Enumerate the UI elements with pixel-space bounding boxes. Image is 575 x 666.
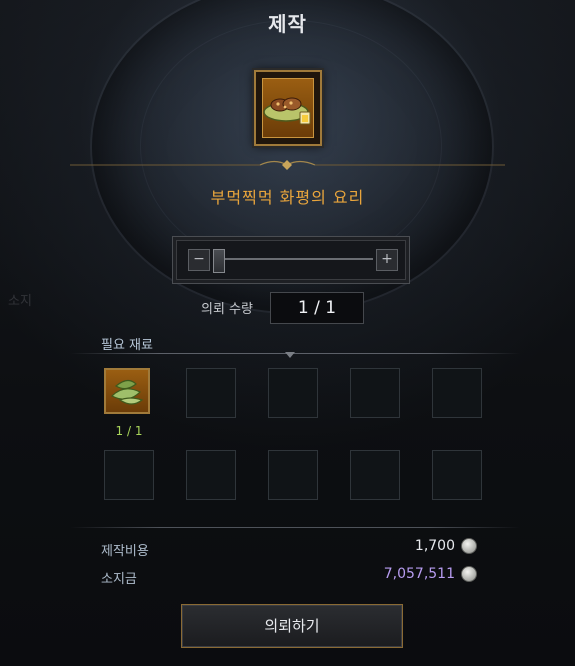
material-slot-empty: [186, 450, 236, 500]
material-slot-empty: [268, 450, 318, 500]
materials-title: 필요 재료: [101, 338, 153, 353]
material-slot-empty: [432, 368, 482, 418]
materials-divider: [70, 353, 520, 354]
item-name: 부먹찍먹 화평의 요리: [210, 188, 365, 207]
window-title: 제작: [268, 12, 307, 36]
quantity-input[interactable]: 1 / 1: [270, 292, 364, 324]
material-slot-empty: [350, 450, 400, 500]
material-count: 1 / 1: [115, 424, 143, 438]
quantity-label: 의뢰 수량: [201, 302, 253, 317]
silver-coin-icon: [461, 566, 477, 582]
material-slot-empty: [104, 450, 154, 500]
cost-divider: [70, 527, 520, 528]
craft-cost-value: 1,700: [414, 538, 455, 554]
slider-thumb[interactable]: [213, 249, 225, 273]
material-slot-empty: [268, 368, 318, 418]
material-slot-empty: [432, 450, 482, 500]
material-slot-filled[interactable]: [104, 368, 150, 414]
emblem-ring-inner: [140, 20, 442, 272]
result-item-slot[interactable]: [254, 70, 322, 146]
material-slot-empty: [186, 368, 236, 418]
materials-caret-icon: [285, 352, 295, 358]
title-divider: [70, 160, 505, 170]
material-slot-empty: [350, 368, 400, 418]
herb-leaves-icon: [110, 379, 144, 405]
quantity-slider[interactable]: − +: [172, 236, 410, 284]
owned-money-label: 소지금: [101, 572, 137, 587]
slider-track[interactable]: [213, 258, 373, 260]
request-button[interactable]: 의뢰하기: [181, 604, 403, 648]
craft-cost-label: 제작비용: [101, 544, 149, 559]
food-dish-icon: [263, 97, 311, 125]
decrease-button[interactable]: −: [188, 249, 210, 271]
increase-button[interactable]: +: [376, 249, 398, 271]
owned-money-value: 7,057,511: [383, 566, 455, 582]
silver-coin-icon: [461, 538, 477, 554]
ghost-label: 소지: [8, 294, 32, 309]
